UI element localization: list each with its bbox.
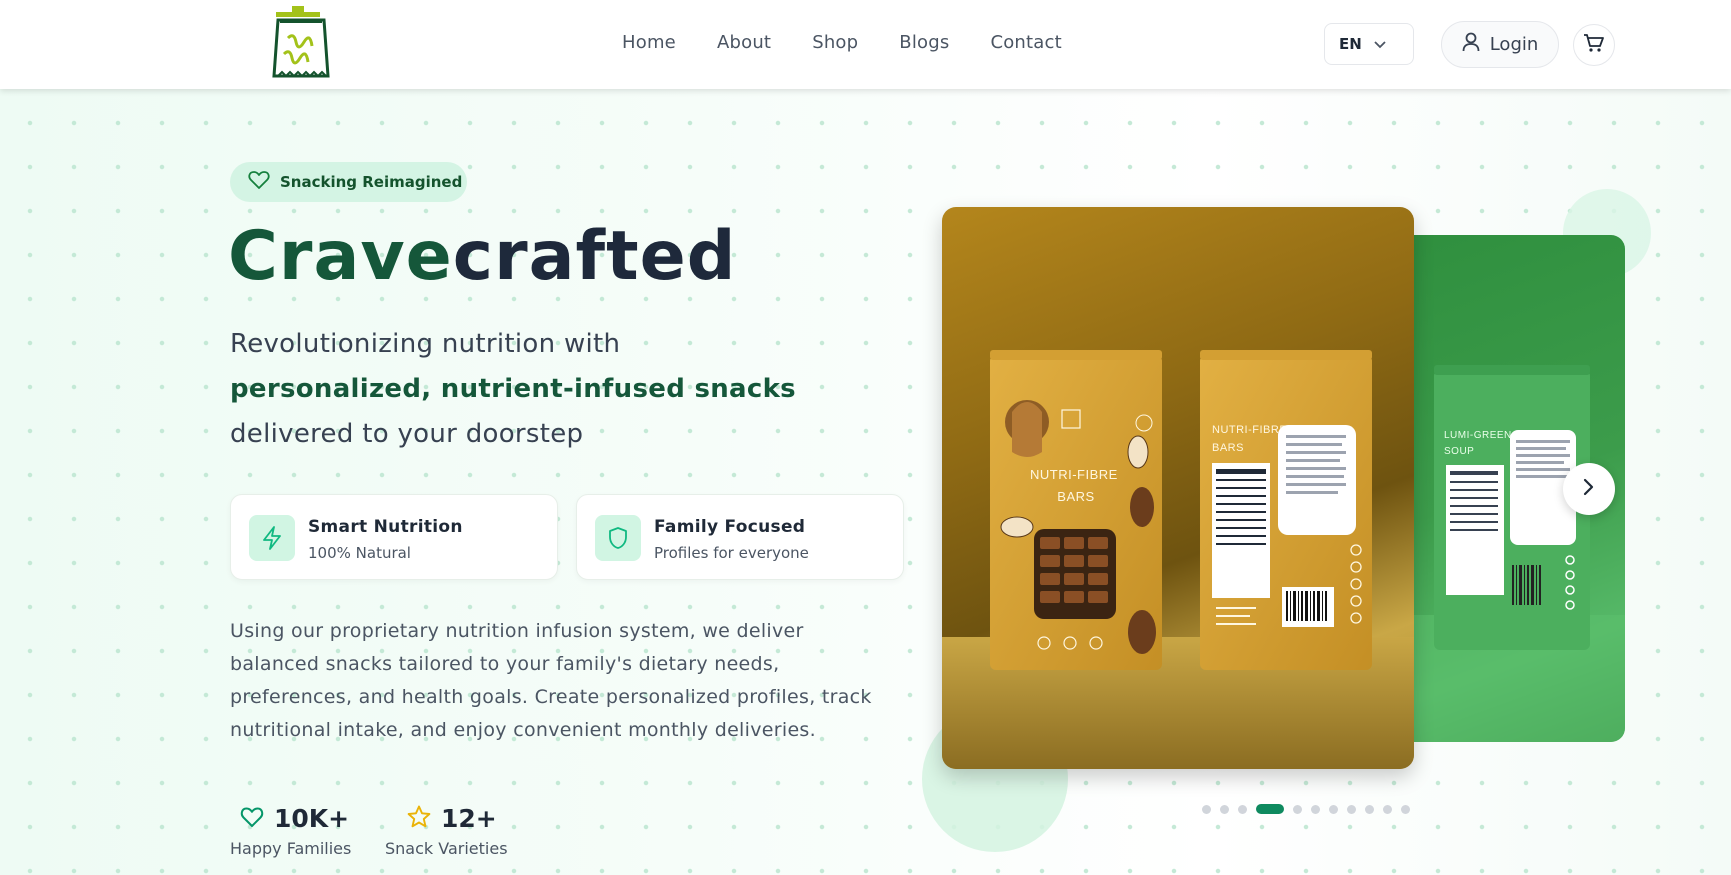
snack-bag-logo-icon[interactable] bbox=[266, 4, 338, 82]
lead-text-highlight: personalized, nutrient-infused snacks bbox=[230, 374, 796, 404]
user-icon bbox=[1462, 32, 1480, 57]
nav-shop[interactable]: Shop bbox=[812, 32, 858, 53]
heart-icon bbox=[248, 170, 270, 194]
lead-text-end: delivered to your doorstep bbox=[230, 419, 584, 449]
carousel-pagination bbox=[1202, 804, 1410, 814]
hero-description: Using our proprietary nutrition infusion… bbox=[230, 620, 872, 741]
stat-label: Snack Varieties bbox=[385, 839, 508, 858]
carousel-dot[interactable] bbox=[1329, 804, 1338, 814]
stat-label: Happy Families bbox=[230, 839, 352, 858]
language-select[interactable]: EN bbox=[1324, 23, 1414, 65]
stat-happy-families: 10K+ Happy Families bbox=[230, 804, 351, 858]
heart-icon bbox=[240, 806, 264, 832]
hero-badge-label: Snacking Reimagined bbox=[280, 173, 463, 191]
main-nav: Home About Shop Blogs Contact bbox=[622, 32, 1103, 53]
stat-snack-varieties: 12+ Snack Varieties bbox=[385, 804, 508, 858]
hero-lead: Revolutionizing nutrition with personali… bbox=[230, 322, 830, 457]
shield-icon bbox=[595, 515, 641, 561]
hero-title-part1: Crave bbox=[228, 217, 453, 296]
carousel-dot[interactable] bbox=[1365, 804, 1374, 814]
cart-icon bbox=[1583, 33, 1605, 57]
hero-title: Cravecrafted bbox=[228, 212, 736, 302]
nav-blogs[interactable]: Blogs bbox=[899, 32, 949, 53]
feature-subtitle: 100% Natural bbox=[308, 544, 411, 562]
star-icon bbox=[407, 805, 431, 832]
cart-button[interactable] bbox=[1573, 24, 1615, 66]
carousel-dot[interactable] bbox=[1311, 804, 1320, 814]
lead-text-start: Revolutionizing nutrition with bbox=[230, 329, 621, 359]
lightning-icon bbox=[249, 515, 295, 561]
carousel-dot[interactable] bbox=[1383, 804, 1392, 814]
stat-value: 10K+ bbox=[274, 804, 350, 833]
carousel-dot[interactable] bbox=[1238, 804, 1247, 814]
nav-home[interactable]: Home bbox=[622, 32, 676, 53]
stat-value: 12+ bbox=[441, 804, 497, 833]
feature-card-smart-nutrition: Smart Nutrition 100% Natural bbox=[230, 494, 558, 580]
carousel-next-button[interactable] bbox=[1563, 463, 1615, 515]
chevron-right-icon bbox=[1583, 478, 1595, 500]
carousel-dot[interactable] bbox=[1401, 804, 1410, 814]
carousel-dot[interactable] bbox=[1220, 804, 1229, 814]
carousel-dot[interactable] bbox=[1347, 804, 1356, 814]
feature-title: Family Focused bbox=[654, 517, 806, 537]
carousel-dot-active[interactable] bbox=[1256, 804, 1284, 814]
carousel-current-slide[interactable]: NUTRI-FIBRE BARS NUTRI-FIBRE BARS bbox=[942, 207, 1414, 769]
feature-title: Smart Nutrition bbox=[308, 517, 463, 537]
hero-badge: Snacking Reimagined bbox=[230, 162, 467, 202]
login-label: Login bbox=[1489, 34, 1539, 55]
language-value: EN bbox=[1339, 35, 1362, 53]
carousel-dot[interactable] bbox=[1293, 804, 1302, 814]
nav-contact[interactable]: Contact bbox=[990, 32, 1061, 53]
feature-card-family-focused: Family Focused Profiles for everyone bbox=[576, 494, 904, 580]
product-image-fibre-bars: NUTRI-FIBRE BARS NUTRI-FIBRE BARS bbox=[942, 350, 1414, 769]
nav-about[interactable]: About bbox=[717, 32, 771, 53]
chevron-down-icon bbox=[1374, 35, 1386, 53]
carousel-dot[interactable] bbox=[1202, 804, 1211, 814]
site-header: Home About Shop Blogs Contact EN Login bbox=[0, 0, 1731, 89]
hero-title-part2: crafted bbox=[452, 217, 737, 296]
feature-subtitle: Profiles for everyone bbox=[654, 544, 809, 562]
login-button[interactable]: Login bbox=[1441, 21, 1559, 68]
